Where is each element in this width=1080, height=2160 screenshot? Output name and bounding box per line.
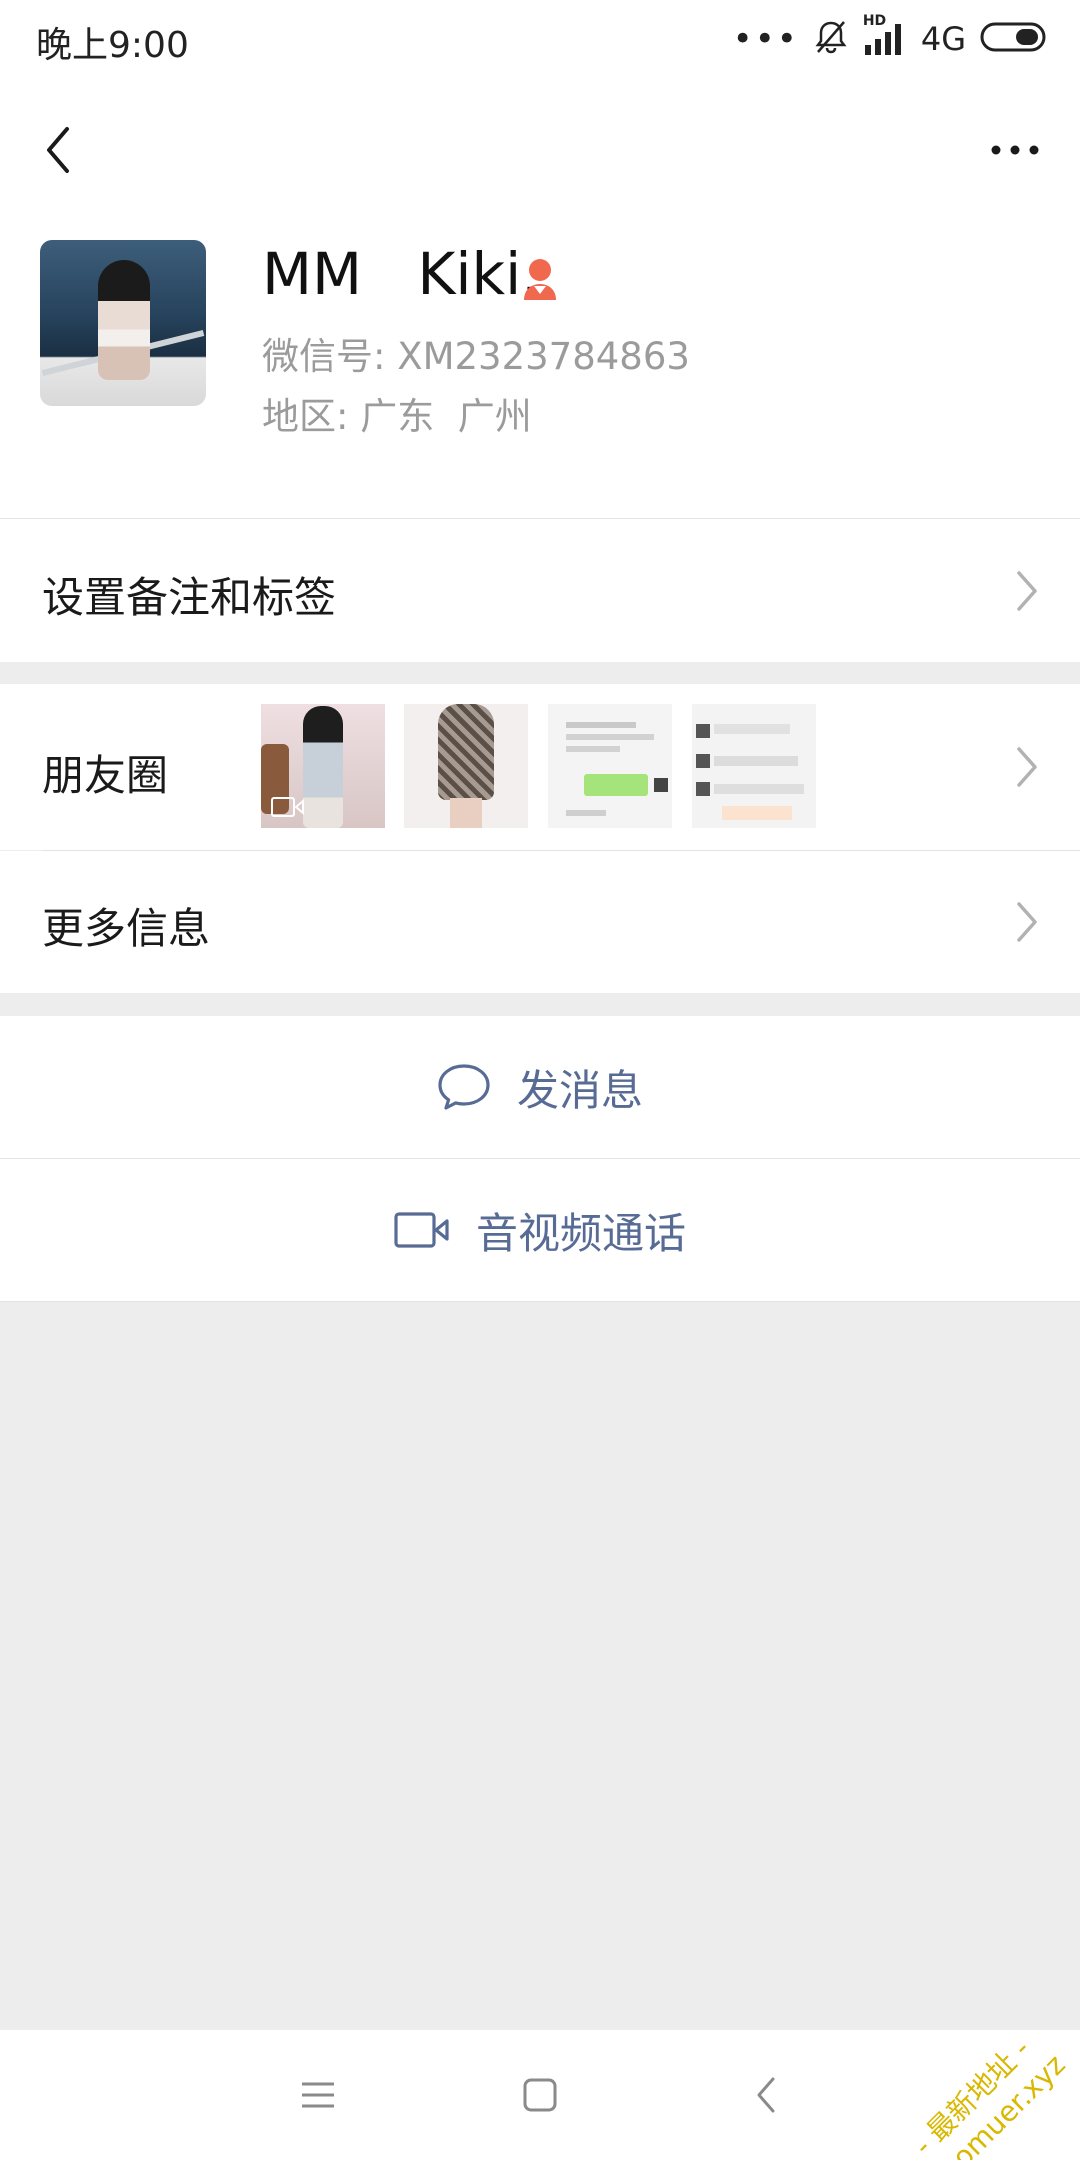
thumb-chat-avatar	[696, 724, 710, 738]
watermark: - 最新地址 - caomuer.xyz	[897, 2022, 1074, 2160]
send-message-button[interactable]: 发消息	[0, 1016, 1080, 1158]
send-message-label: 发消息	[516, 1065, 643, 1115]
video-camera-icon	[394, 1212, 449, 1248]
more-horizontal-icon	[991, 145, 1039, 155]
chevron-right-icon	[1017, 571, 1037, 611]
thumb-chat-line	[714, 724, 790, 734]
moments-thumbnail	[692, 704, 816, 828]
moments-thumbnail	[404, 704, 528, 828]
wechat-id: 微信号: XM2323784863	[262, 335, 690, 378]
video-call-button[interactable]: 音视频通话	[0, 1159, 1080, 1301]
hd-label: HD	[862, 13, 887, 29]
back-icon	[757, 2077, 775, 2113]
chat-bubble-icon	[438, 1064, 490, 1110]
thumb-chat-bubble	[722, 806, 792, 820]
remark-and-tags-cell[interactable]: 设置备注和标签	[0, 520, 1080, 662]
thumb-chat-bubble	[584, 774, 648, 796]
more-info-label: 更多信息	[42, 904, 211, 953]
system-nav-bar: - 最新地址 - caomuer.xyz	[0, 2030, 1080, 2160]
thumb-chat-line	[714, 756, 798, 766]
thumb-legs	[450, 798, 482, 828]
female-icon	[524, 259, 556, 300]
nickname: MM Kiki.	[262, 240, 540, 308]
mute-bell-icon	[813, 19, 849, 59]
status-bar: 晚上9:00 ••• HD 4G	[0, 0, 1080, 80]
header-divider	[0, 518, 1080, 519]
battery-icon	[980, 21, 1050, 57]
notification-dots: •••	[732, 19, 799, 59]
menu-button[interactable]	[278, 2060, 358, 2130]
video-call-label: 音视频通话	[475, 1208, 686, 1258]
thumb-dress	[438, 704, 494, 800]
moments-thumbnail	[548, 704, 672, 828]
thumb-chat-line	[714, 784, 804, 794]
network-type: 4G	[920, 20, 966, 58]
moments-label: 朋友圈	[42, 751, 169, 800]
system-back-button[interactable]	[726, 2060, 806, 2130]
remark-and-tags-label: 设置备注和标签	[42, 573, 337, 622]
avatar-figure	[98, 260, 150, 380]
moments-thumbnail	[261, 704, 385, 828]
thumb-chat-line	[566, 734, 654, 740]
thumb-chat-line	[566, 810, 606, 816]
thumb-figure	[303, 706, 343, 828]
home-button[interactable]	[500, 2060, 580, 2130]
chevron-right-icon	[1017, 902, 1037, 942]
chevron-right-icon	[1017, 747, 1037, 787]
status-time: 晚上9:00	[36, 25, 189, 66]
bottom-divider	[0, 1301, 1080, 1302]
profile-header: MM Kiki. 微信号: XM2323784863 地区: 广东 广州	[0, 80, 1080, 520]
thumb-chat-avatar	[696, 782, 710, 796]
region: 地区: 广东 广州	[262, 395, 532, 438]
thumb-chat-line	[566, 722, 636, 728]
avatar[interactable]	[40, 240, 206, 406]
moments-cell[interactable]: 朋友圈	[0, 684, 1080, 850]
more-info-cell[interactable]: 更多信息	[0, 851, 1080, 993]
menu-icon	[302, 2082, 334, 2108]
thumb-chat-line	[566, 746, 620, 752]
thumb-chat-avatar	[654, 778, 668, 792]
video-play-icon	[271, 797, 304, 817]
home-square-icon	[523, 2078, 557, 2112]
more-button[interactable]	[970, 110, 1060, 190]
signal-icon: HD	[863, 13, 907, 57]
back-button[interactable]	[28, 110, 88, 190]
chevron-left-icon	[47, 127, 69, 173]
status-indicators: ••• HD 4G	[732, 13, 1050, 64]
thumb-chat-avatar	[696, 754, 710, 768]
